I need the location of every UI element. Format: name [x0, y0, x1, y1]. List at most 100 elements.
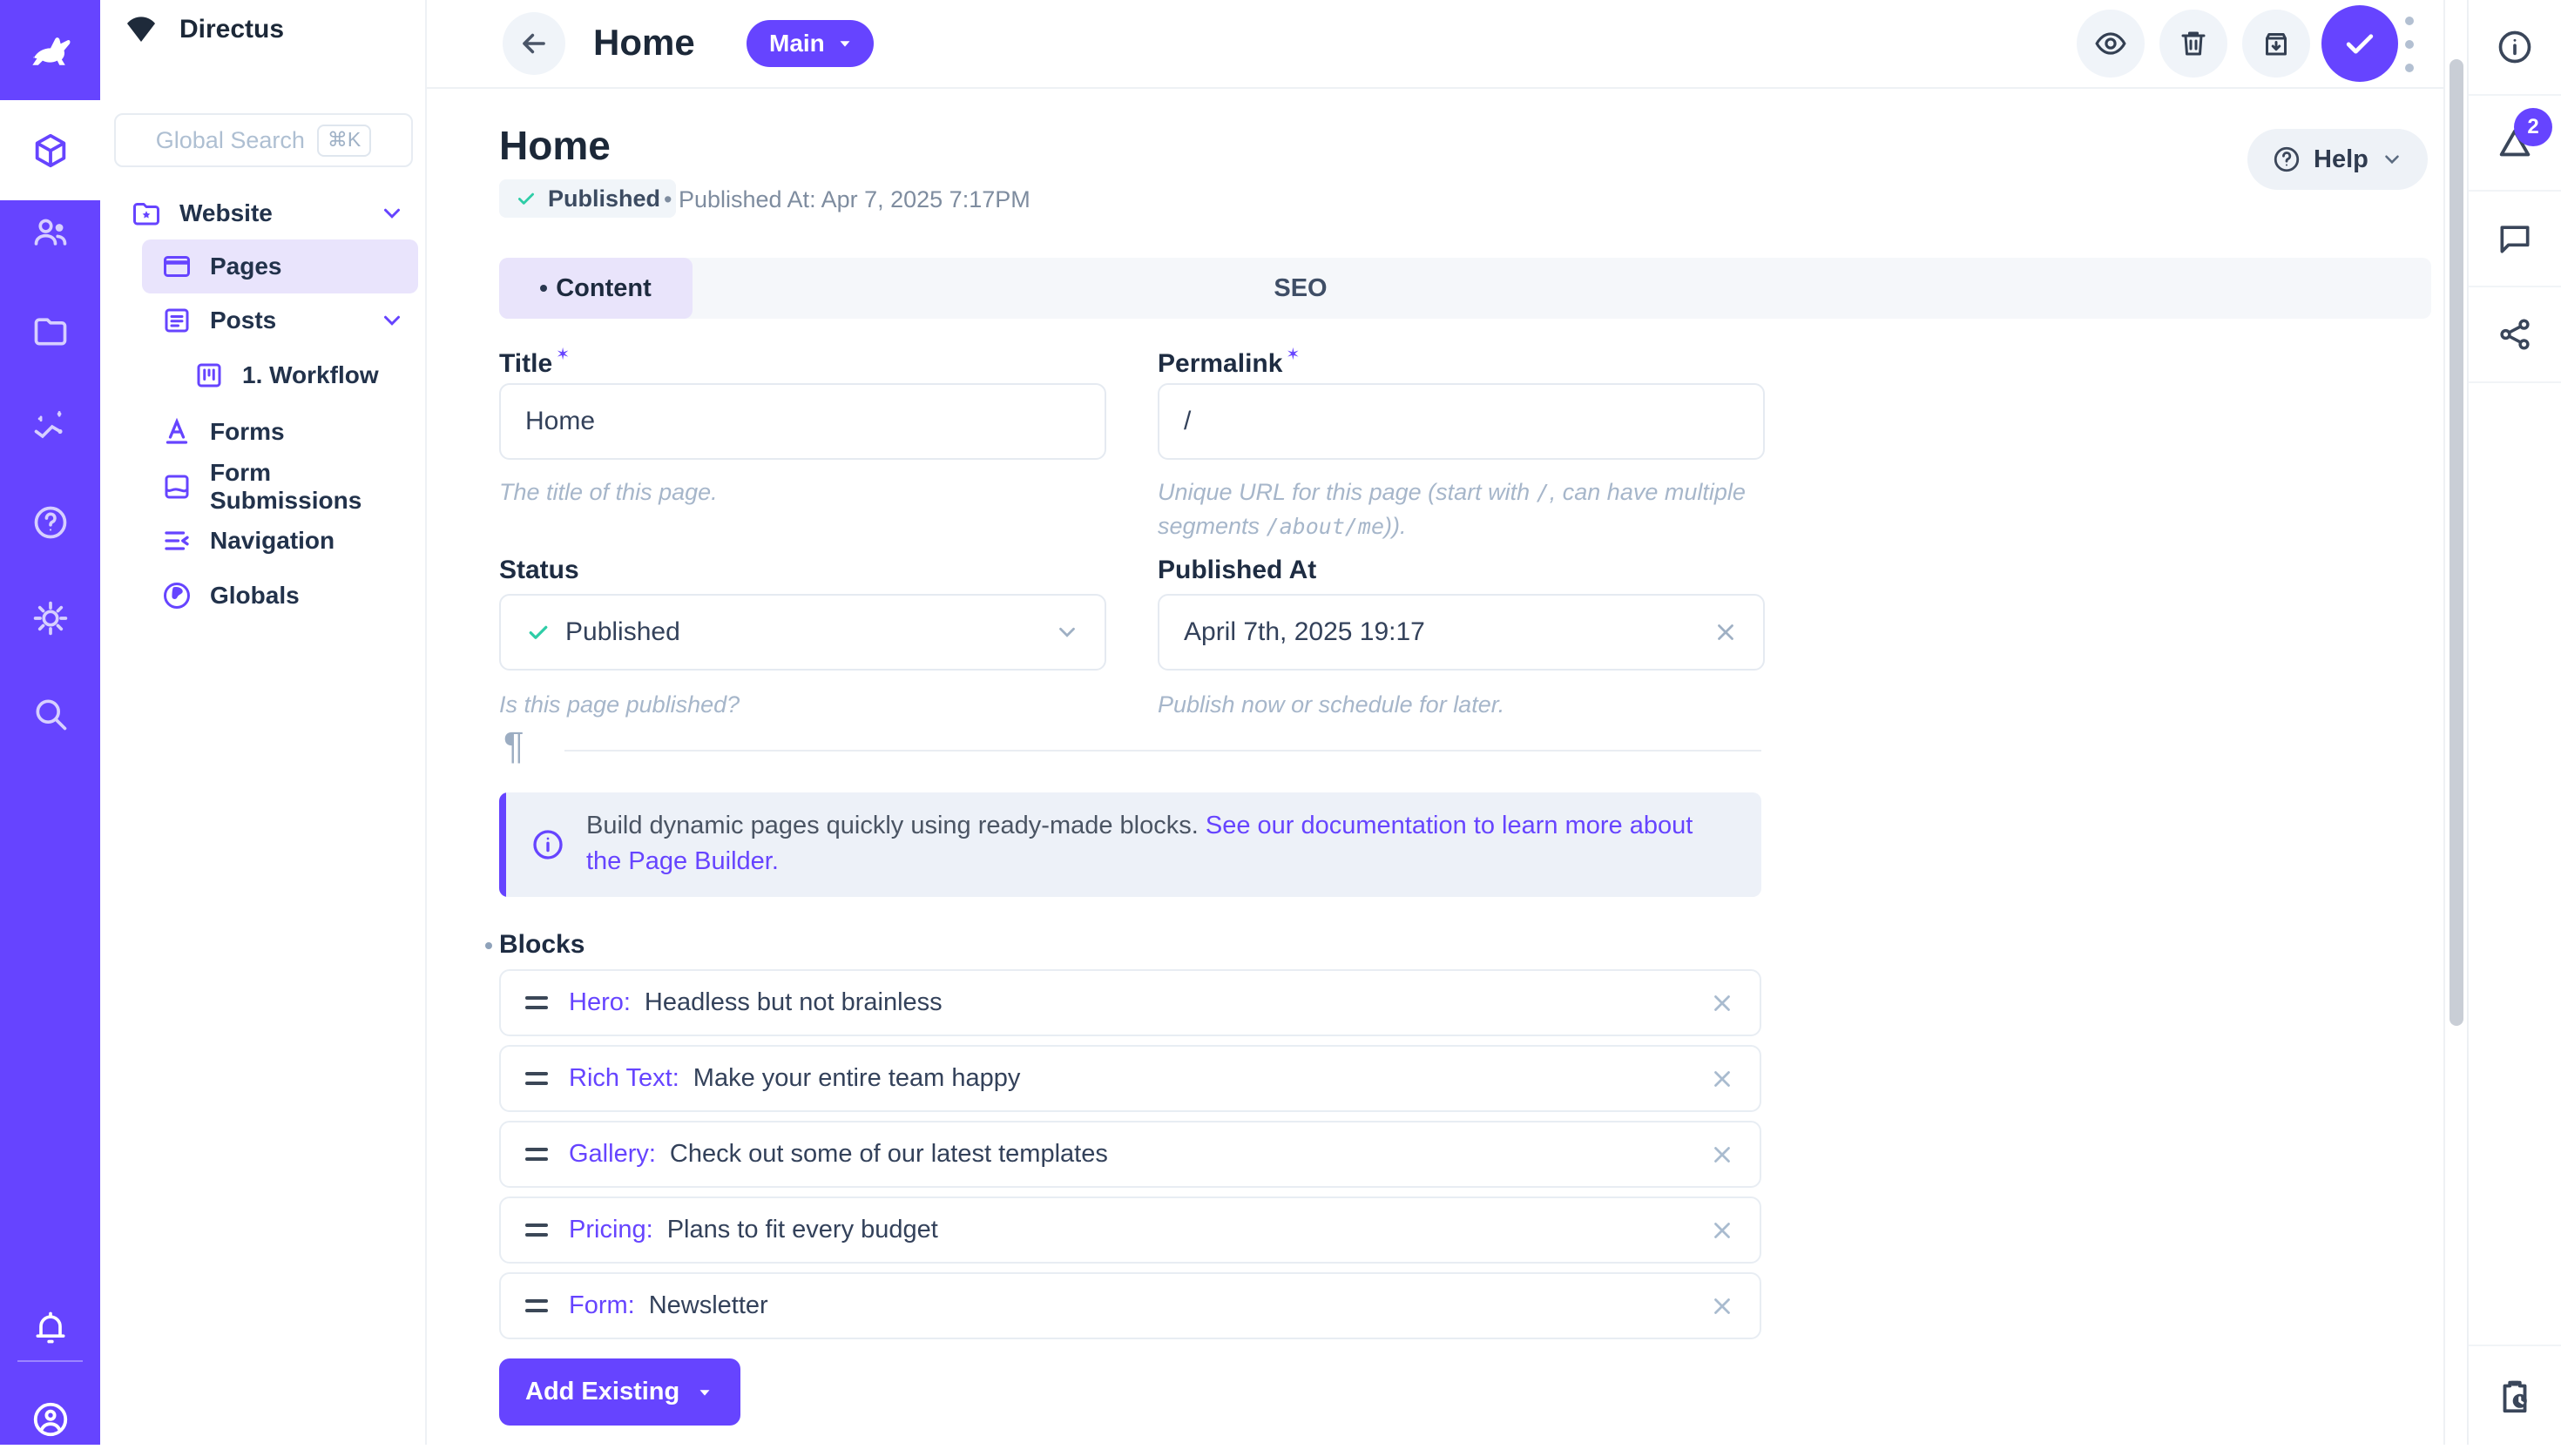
status-select-value: Published: [565, 617, 680, 647]
help-circle-icon: [31, 503, 70, 542]
title-field-label: Title✶: [499, 345, 570, 379]
published-at-value: April 7th, 2025 19:17: [1184, 617, 1425, 647]
clipboard-clock-icon: [2495, 1376, 2535, 1416]
permalink-input-value: /: [1184, 407, 1191, 436]
notice-accent-bar: [499, 792, 506, 897]
add-existing-label: Add Existing: [525, 1378, 679, 1406]
global-search-input[interactable]: Global Search ⌘K: [114, 113, 413, 167]
block-type[interactable]: Pricing:: [569, 1216, 653, 1244]
drag-handle-icon[interactable]: [525, 1148, 548, 1161]
sidebar-item-posts[interactable]: Posts: [100, 293, 427, 347]
block-type[interactable]: Gallery:: [569, 1140, 656, 1169]
sidebar-share-button[interactable]: [2469, 287, 2561, 383]
version-selector[interactable]: Main: [747, 20, 874, 67]
check-icon: [2341, 24, 2379, 63]
module-files[interactable]: [0, 287, 100, 374]
kanban-icon: [193, 360, 225, 391]
project-chooser[interactable]: Directus: [122, 10, 284, 49]
chevron-down-icon[interactable]: [379, 200, 405, 226]
delete-button[interactable]: [2159, 10, 2227, 78]
user-circle-icon: [30, 1399, 71, 1439]
module-users[interactable]: [0, 189, 100, 276]
drag-handle-icon[interactable]: [525, 1072, 548, 1085]
check-icon: [525, 619, 551, 645]
comments-icon: [2496, 219, 2534, 258]
remove-block-icon[interactable]: [1709, 1066, 1735, 1092]
remove-block-icon[interactable]: [1709, 990, 1735, 1016]
sidebar-item-forms[interactable]: Forms: [100, 405, 427, 459]
block-type[interactable]: Rich Text:: [569, 1064, 679, 1093]
block-title: Newsletter: [649, 1291, 768, 1320]
remove-block-icon[interactable]: [1709, 1293, 1735, 1319]
drag-handle-icon[interactable]: [525, 1299, 548, 1312]
browser-window-icon: [161, 251, 193, 282]
block-row[interactable]: Form: Newsletter: [499, 1272, 1761, 1339]
vertical-scrollbar[interactable]: [2450, 59, 2463, 1026]
help-button[interactable]: Help: [2247, 129, 2428, 190]
published-at-input[interactable]: April 7th, 2025 19:17: [1158, 594, 1765, 671]
permalink-field-label: Permalink✶: [1158, 345, 1300, 379]
archive-button[interactable]: [2242, 10, 2310, 78]
block-row[interactable]: Rich Text: Make your entire team happy: [499, 1045, 1761, 1112]
tab-seo[interactable]: SEO: [1231, 258, 1370, 319]
permalink-field-hint: Unique URL for this page (start with /, …: [1158, 475, 1765, 543]
sidebar-item-workflow[interactable]: 1. Workflow: [100, 348, 427, 402]
sidebar-notifications-button[interactable]: 2: [2469, 96, 2561, 192]
scroll-gutter-border: [2443, 0, 2445, 1445]
block-row[interactable]: Hero: Headless but not brainless: [499, 969, 1761, 1036]
permalink-input[interactable]: /: [1158, 383, 1765, 460]
sidebar-comments-button[interactable]: [2469, 192, 2561, 287]
save-button[interactable]: [2321, 5, 2398, 82]
sidebar-item-label: Pages: [210, 253, 282, 280]
sidebar-item-form-submissions[interactable]: Form Submissions: [100, 460, 427, 514]
chevron-down-icon[interactable]: [379, 307, 405, 334]
archive-down-icon: [2260, 28, 2292, 59]
remove-block-icon[interactable]: [1709, 1142, 1735, 1168]
sidebar-item-navigation[interactable]: Navigation: [100, 514, 427, 568]
directus-logo-button[interactable]: [0, 0, 100, 100]
sidebar-info-button[interactable]: [2469, 0, 2561, 96]
add-existing-button[interactable]: Add Existing: [499, 1358, 740, 1426]
sidebar-item-label: Posts: [210, 307, 276, 334]
sidebar-item-label: Forms: [210, 418, 285, 446]
bell-icon: [31, 1309, 70, 1347]
sidebar-item-label: Form Submissions: [210, 459, 427, 515]
eye-icon: [2094, 27, 2127, 60]
block-title: Check out some of our latest templates: [670, 1140, 1108, 1169]
title-input[interactable]: Home: [499, 383, 1106, 460]
remove-block-icon[interactable]: [1709, 1217, 1735, 1244]
clear-icon[interactable]: [1713, 619, 1739, 645]
block-row[interactable]: Gallery: Check out some of our latest te…: [499, 1121, 1761, 1188]
drag-handle-icon[interactable]: [525, 1223, 548, 1237]
user-menu-button[interactable]: [0, 1383, 100, 1456]
sidebar-item-label: Navigation: [210, 527, 334, 555]
status-select[interactable]: Published: [499, 594, 1106, 671]
module-content[interactable]: [0, 100, 100, 200]
preview-button[interactable]: [2077, 10, 2145, 78]
sidebar-item-globals[interactable]: Globals: [100, 569, 427, 623]
module-docs[interactable]: [0, 479, 100, 566]
sidebar-item-website[interactable]: Website: [100, 186, 427, 240]
module-search[interactable]: [0, 671, 100, 758]
rabbit-logo-icon: [24, 24, 78, 78]
back-button[interactable]: [503, 12, 565, 75]
sidebar-item-pages[interactable]: Pages: [142, 239, 418, 293]
box-icon: [30, 131, 71, 171]
arrow-back-icon: [517, 27, 551, 60]
block-type[interactable]: Hero:: [569, 988, 631, 1017]
sidebar-revisions-button[interactable]: [2469, 1345, 2561, 1445]
block-type[interactable]: Form:: [569, 1291, 635, 1320]
tab-bar: Content SEO: [499, 258, 2431, 319]
drag-handle-icon[interactable]: [525, 996, 548, 1009]
block-row[interactable]: Pricing: Plans to fit every budget: [499, 1196, 1761, 1264]
notifications-bell-button[interactable]: [0, 1293, 100, 1363]
help-circle-icon: [2272, 145, 2301, 174]
tab-label: Content: [556, 274, 652, 303]
people-icon: [31, 213, 70, 252]
module-settings[interactable]: [0, 575, 100, 662]
block-title: Headless but not brainless: [645, 988, 943, 1017]
tab-content[interactable]: Content: [499, 258, 693, 319]
module-insights[interactable]: [0, 383, 100, 470]
menu-open-icon: [161, 525, 193, 556]
more-options-button[interactable]: [2400, 17, 2419, 72]
